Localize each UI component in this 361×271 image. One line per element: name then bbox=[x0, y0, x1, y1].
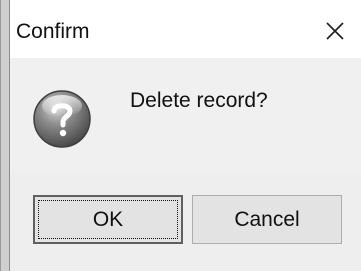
ok-button-label: OK bbox=[92, 207, 124, 231]
dialog-content: Delete record? bbox=[10, 58, 361, 172]
confirm-dialog: Confirm Delete record? OK Cancel bbox=[0, 0, 361, 271]
close-icon bbox=[326, 22, 344, 40]
dialog-footer: OK Cancel bbox=[10, 172, 361, 271]
cancel-button[interactable]: Cancel bbox=[192, 195, 342, 244]
dialog-title: Confirm bbox=[16, 20, 90, 43]
title-bar[interactable]: Confirm bbox=[10, 0, 361, 58]
close-button[interactable] bbox=[318, 14, 352, 48]
question-icon bbox=[33, 90, 91, 148]
cancel-button-label: Cancel bbox=[234, 207, 300, 231]
left-window-edge bbox=[1, 0, 10, 271]
dialog-message: Delete record? bbox=[130, 89, 268, 112]
ok-button[interactable]: OK bbox=[33, 195, 183, 244]
